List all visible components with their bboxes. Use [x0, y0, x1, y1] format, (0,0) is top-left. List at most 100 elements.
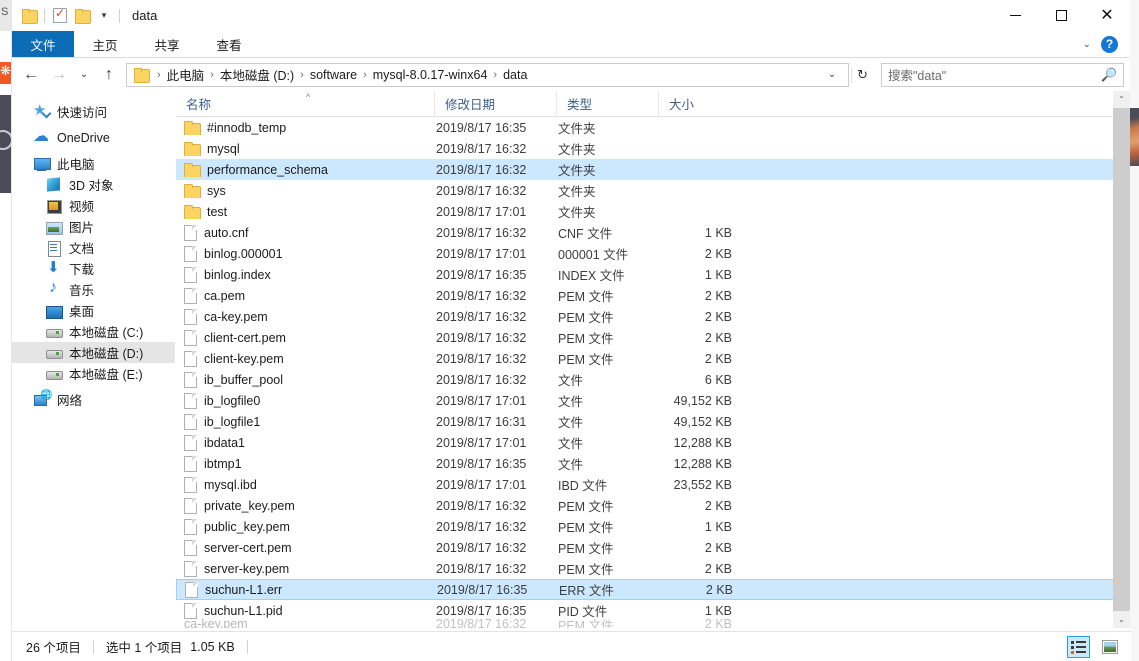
breadcrumb-item-3[interactable]: mysql-8.0.17-winx64: [370, 68, 491, 82]
file-name-label: private_key.pem: [204, 498, 295, 513]
file-icon: [184, 371, 197, 388]
scroll-up-button[interactable]: ⌃: [1113, 91, 1130, 108]
breadcrumb[interactable]: › 此电脑 › 本地磁盘 (D:) › software › mysql-8.0…: [126, 62, 850, 87]
column-header-size[interactable]: 大小: [658, 91, 738, 117]
table-row[interactable]: mysql.ibd 2019/8/17 17:01 IBD 文件 23,552 KB: [176, 474, 1130, 495]
help-icon[interactable]: ?: [1101, 35, 1118, 53]
maximize-button[interactable]: [1038, 0, 1084, 31]
customize-caret-icon[interactable]: ▾: [93, 5, 115, 27]
table-row[interactable]: ibdata1 2019/8/17 17:01 文件 12,288 KB: [176, 432, 1130, 453]
sidebar-item-13[interactable]: 网络: [12, 389, 175, 410]
table-row[interactable]: client-key.pem 2019/8/17 16:32 PEM 文件 2 KB: [176, 348, 1130, 369]
refresh-icon[interactable]: ↻: [851, 66, 873, 83]
sidebar-item-6[interactable]: 文档: [12, 237, 175, 258]
table-row[interactable]: client-cert.pem 2019/8/17 16:32 PEM 文件 2 KB: [176, 327, 1130, 348]
up-button[interactable]: ↑: [96, 62, 122, 88]
scroll-down-button[interactable]: ⌄: [1113, 611, 1130, 628]
tab-file[interactable]: 文件: [12, 31, 74, 57]
file-date-cell: 2019/8/17 16:31: [436, 414, 527, 429]
folder-icon: [184, 120, 201, 135]
table-row[interactable]: test 2019/8/17 17:01 文件夹: [176, 201, 1130, 222]
file-type-cell: 文件: [558, 437, 584, 451]
window-title: data: [132, 8, 158, 23]
file-type-cell: 文件夹: [558, 206, 596, 220]
sidebar-item-7[interactable]: 下载: [12, 258, 175, 279]
table-row[interactable]: auto.cnf 2019/8/17 16:32 CNF 文件 1 KB: [176, 222, 1130, 243]
new-folder-icon[interactable]: [71, 5, 93, 27]
close-button[interactable]: ✕: [1084, 0, 1130, 31]
tab-view[interactable]: 查看: [198, 31, 260, 57]
sidebar-item-3[interactable]: 3D 对象: [12, 174, 175, 195]
scrollbar-thumb[interactable]: [1113, 108, 1130, 611]
file-name-cell: public_key.pem: [176, 518, 434, 535]
large-icons-view-button[interactable]: [1098, 636, 1121, 658]
breadcrumb-item-2[interactable]: software: [307, 68, 360, 82]
file-icon: [184, 413, 197, 430]
file-date-cell: 2019/8/17 16:32: [436, 372, 527, 387]
file-size-cell: 12,288 KB: [673, 456, 732, 471]
table-row[interactable]: mysql 2019/8/17 16:32 文件夹: [176, 138, 1130, 159]
breadcrumb-item-4[interactable]: data: [500, 68, 530, 82]
file-size-cell: 1 KB: [704, 603, 732, 618]
column-header-name-label: 名称: [186, 98, 212, 112]
column-header-type[interactable]: 类型: [556, 91, 658, 117]
back-button[interactable]: ←: [18, 62, 44, 88]
search-input[interactable]: 搜索"data" 🔍: [881, 62, 1124, 87]
breadcrumb-item-0[interactable]: 此电脑: [164, 65, 208, 84]
file-size-cell: 1 KB: [704, 267, 732, 282]
ribbon-right-controls: ⌄ ?: [1083, 31, 1126, 57]
sidebar-item-11[interactable]: 本地磁盘 (D:): [12, 342, 175, 363]
sidebar-item-5[interactable]: 图片: [12, 216, 175, 237]
sidebar-item-label: 下载: [69, 263, 95, 277]
table-row[interactable]: ibtmp1 2019/8/17 16:35 文件 12,288 KB: [176, 453, 1130, 474]
table-row[interactable]: sys 2019/8/17 16:32 文件夹: [176, 180, 1130, 201]
table-row[interactable]: #innodb_temp 2019/8/17 16:35 文件夹: [176, 117, 1130, 138]
tab-home[interactable]: 主页: [74, 31, 136, 57]
table-row[interactable]: public_key.pem 2019/8/17 16:32 PEM 文件 1 KB: [176, 516, 1130, 537]
table-row[interactable]: binlog.000001 2019/8/17 17:01 000001 文件 2 K…: [176, 243, 1130, 264]
file-size-cell: 2 KB: [704, 498, 732, 513]
sidebar-item-9[interactable]: 桌面: [12, 300, 175, 321]
tab-share[interactable]: 共享: [136, 31, 198, 57]
file-name-cell: test: [176, 204, 434, 219]
recent-locations-icon[interactable]: ⌄: [74, 62, 94, 88]
column-header-name[interactable]: 名称: [176, 91, 434, 117]
sidebar-item-2[interactable]: 此电脑: [12, 153, 175, 174]
minimize-button[interactable]: [992, 0, 1038, 31]
sidebar-item-12[interactable]: 本地磁盘 (E:): [12, 363, 175, 384]
file-name-label: ibtmp1: [204, 456, 242, 471]
folder-icon[interactable]: [18, 5, 40, 27]
sidebar-item-8[interactable]: 音乐: [12, 279, 175, 300]
table-row[interactable]: private_key.pem 2019/8/17 16:32 PEM 文件 2 KB: [176, 495, 1130, 516]
sidebar-item-0[interactable]: 快速访问: [12, 101, 175, 122]
properties-icon[interactable]: [49, 5, 71, 27]
file-name-label: ib_logfile0: [204, 393, 261, 408]
file-name-label: client-key.pem: [204, 351, 284, 366]
table-row[interactable]: suchun-L1.err 2019/8/17 16:35 ERR 文件 2 KB: [176, 579, 1130, 600]
document-icon: [46, 240, 62, 257]
table-row[interactable]: ca-key.pem 2019/8/17 16:32 PEM 文件 2 KB: [176, 306, 1130, 327]
table-row[interactable]: binlog.index 2019/8/17 16:35 INDEX 文件 1 KB: [176, 264, 1130, 285]
table-row[interactable]: ib_logfile0 2019/8/17 17:01 文件 49,152 KB: [176, 390, 1130, 411]
breadcrumb-item-1[interactable]: 本地磁盘 (D:): [217, 65, 297, 84]
table-row[interactable]: server-cert.pem 2019/8/17 16:32 PEM 文件 2 KB: [176, 537, 1130, 558]
table-row[interactable]: ib_logfile1 2019/8/17 16:31 文件 49,152 KB: [176, 411, 1130, 432]
table-row[interactable]: performance_schema 2019/8/17 16:32 文件夹: [176, 159, 1130, 180]
search-icon[interactable]: 🔍: [1101, 67, 1117, 83]
file-type-cell: ERR 文件: [559, 584, 614, 598]
sidebar-item-1[interactable]: OneDrive: [12, 126, 175, 148]
chevron-down-icon[interactable]: ⌄: [822, 69, 842, 80]
column-header-date[interactable]: 修改日期: [434, 91, 556, 117]
vertical-scrollbar[interactable]: ⌃ ⌄: [1113, 91, 1130, 628]
table-row[interactable]: ib_buffer_pool 2019/8/17 16:32 文件 6 KB: [176, 369, 1130, 390]
drive-icon: [46, 366, 63, 382]
forward-button[interactable]: →: [46, 62, 72, 88]
sidebar-item-4[interactable]: 视频: [12, 195, 175, 216]
table-row[interactable]: ca.pem 2019/8/17 16:32 PEM 文件 2 KB: [176, 285, 1130, 306]
sidebar-item-10[interactable]: 本地磁盘 (C:): [12, 321, 175, 342]
scrollbar-track[interactable]: [1113, 108, 1130, 611]
chevron-down-icon[interactable]: ⌄: [1083, 39, 1091, 50]
sidebar-item-label: 音乐: [69, 284, 95, 298]
details-view-button[interactable]: [1067, 636, 1090, 658]
table-row[interactable]: server-key.pem 2019/8/17 16:32 PEM 文件 2 KB: [176, 558, 1130, 579]
